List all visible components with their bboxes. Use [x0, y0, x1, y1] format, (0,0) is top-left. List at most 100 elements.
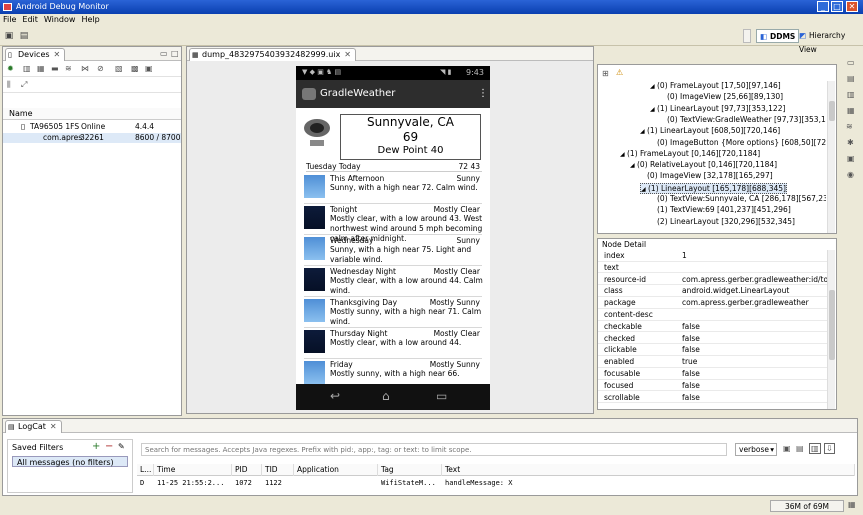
gc-icon[interactable]: ▬	[51, 64, 59, 73]
dump-tab[interactable]: ▦ dump_4832975403932482999.uix ✕	[189, 48, 356, 61]
logcat-tab[interactable]: ▤ LogCat ✕	[5, 420, 62, 433]
device-icon[interactable]: ▣	[4, 31, 14, 41]
side-icon-4[interactable]: ▦	[847, 106, 855, 115]
name-column-header[interactable]: Name	[9, 109, 33, 118]
device-row[interactable]: ▯ TA96505 1FS Online 4.4.4	[3, 122, 181, 132]
tree-node[interactable]: (0) TextView:Sunnyvale, CA [286,178][567…	[650, 194, 826, 205]
node-detail-row[interactable]: clickable false	[598, 344, 828, 356]
tree-node[interactable]: ◢ (1) LinearLayout [165,178][688,345]	[640, 182, 787, 195]
tree-node[interactable]: (1) TextView:69 [401,237][451,296]	[650, 205, 791, 216]
add-filter-icon[interactable]: +	[92, 441, 100, 452]
tree-expanded-icon[interactable]: ◢	[650, 105, 657, 115]
log-level-select[interactable]: verbose ▾	[735, 443, 777, 456]
tree-expanded-icon[interactable]: ◢	[630, 161, 637, 171]
node-detail-row[interactable]: content-desc	[598, 309, 828, 321]
logcat-column-1[interactable]: Time	[154, 464, 232, 476]
wifi-icon[interactable]: ≋	[846, 122, 853, 131]
clear-log-icon[interactable]: ▤	[796, 444, 804, 453]
node-detail-row[interactable]: focusable false	[598, 368, 828, 380]
overflow-menu-icon[interactable]: ⋮	[478, 80, 488, 108]
node-detail-row[interactable]: index 1	[598, 250, 828, 262]
tree-node[interactable]: ◢ (0) RelativeLayout [0,146][720,1184]	[630, 160, 777, 171]
detail-scrollbar[interactable]	[827, 250, 835, 409]
logcat-column-5[interactable]: Tag	[378, 464, 442, 476]
node-detail-row[interactable]: package com.apress.gerber.gradleweather	[598, 297, 828, 309]
logcat-column-2[interactable]: PID	[232, 464, 262, 476]
tree-node[interactable]: ◢ (0) FrameLayout [17,50][97,146]	[650, 81, 781, 92]
expand-all-icon[interactable]: ⊞	[602, 69, 609, 78]
toggle-columns-icon[interactable]: ▥	[809, 443, 821, 454]
detail-scroll-thumb[interactable]	[829, 290, 835, 360]
hierarchy-perspective-button[interactable]: ◩ Hierarchy View	[796, 29, 863, 54]
logcat-column-3[interactable]: TID	[262, 464, 294, 476]
node-detail-row[interactable]: text	[598, 262, 828, 274]
side-icon-3[interactable]: ▥	[847, 90, 855, 99]
tree-node[interactable]: (0) ImageView [25,66][89,130]	[660, 92, 783, 103]
tree-node[interactable]: ◢ (1) LinearLayout [97,73][353,122]	[650, 104, 785, 115]
open-perspective-button[interactable]	[743, 29, 751, 43]
menu-arrow-icon[interactable]: ⤢	[21, 80, 27, 90]
menu-window[interactable]: Window	[41, 14, 79, 26]
tree-node[interactable]: (0) TextView:GradleWeather [97,73][353,1…	[660, 115, 826, 126]
ddms-perspective-button[interactable]: ◧ DDMS	[756, 29, 800, 43]
edit-filter-icon[interactable]: ✎	[118, 442, 125, 451]
dump-view-icon[interactable]: ▩	[131, 64, 139, 73]
node-detail-row[interactable]: focused false	[598, 380, 828, 392]
save-log-icon[interactable]: ▣	[783, 444, 791, 453]
maximize-button[interactable]: □	[831, 1, 843, 12]
warning-icon[interactable]: ⚠	[616, 68, 623, 77]
menu-edit[interactable]: Edit	[19, 14, 41, 26]
opengl-trace-icon[interactable]: ⫼	[7, 80, 11, 90]
side-icon-7[interactable]: ▣	[847, 154, 855, 163]
forecast-item[interactable]: Wednesday Night Mostly Clear Mostly clear,…	[304, 266, 483, 297]
filter-all-messages[interactable]: All messages (no filters)	[12, 456, 128, 467]
tree-node[interactable]: (0) ImageButton {More options} [608,50][…	[650, 138, 826, 149]
minimize-button[interactable]: _	[817, 1, 829, 12]
forecast-item[interactable]: Thursday Night Mostly Clear Mostly clear, …	[304, 328, 482, 359]
tree-scroll-thumb[interactable]	[829, 101, 835, 121]
forecast-item[interactable]: Thanksgiving Day Mostly Sunny Mostly sunny…	[304, 297, 482, 328]
tree-expanded-icon[interactable]: ◢	[620, 150, 627, 160]
node-detail-row[interactable]: class android.widget.LinearLayout	[598, 285, 828, 297]
recents-icon[interactable]: ▭	[436, 389, 447, 403]
side-icon-2[interactable]: ▤	[847, 74, 855, 83]
maximize-view-icon[interactable]: □	[171, 49, 179, 58]
forecast-item[interactable]: Tonight Mostly Clear Mostly clear, with a …	[304, 204, 482, 243]
tree-node[interactable]: (2) LinearLayout [320,296][532,345]	[650, 217, 795, 228]
node-detail-row[interactable]: resource-id com.apress.gerber.gradleweath…	[598, 274, 828, 286]
tree-expanded-icon[interactable]: ◢	[640, 127, 647, 137]
devices-tab[interactable]: ▯ Devices ✕	[5, 48, 66, 61]
close-logcat-tab-icon[interactable]: ✕	[50, 422, 57, 431]
tree-node[interactable]: ◢ (1) FrameLayout [0,146][720,1184]	[620, 149, 760, 160]
scroll-lock-icon[interactable]: ⇩	[824, 443, 835, 454]
close-dump-tab-icon[interactable]: ✕	[344, 50, 351, 59]
forecast-item[interactable]: Wednesday Sunny Sunny, with a high near 75…	[304, 235, 482, 266]
home-icon[interactable]: ⌂	[382, 389, 390, 403]
stop-process-icon[interactable]: ⊘	[97, 64, 104, 73]
gc-trash-icon[interactable]: ▦	[848, 500, 856, 509]
memory-indicator[interactable]: 36M of 69M	[770, 500, 844, 512]
method-profiling-icon[interactable]: ⋈	[81, 64, 89, 73]
logcat-search-input[interactable]	[141, 443, 727, 456]
screen-capture-icon[interactable]: ▧	[115, 64, 123, 73]
tree-scrollbar[interactable]	[827, 81, 835, 233]
close-tab-icon[interactable]: ✕	[54, 50, 61, 59]
side-icon-8[interactable]: ◉	[847, 170, 854, 179]
dump-hprof-icon[interactable]: ▦	[37, 64, 45, 73]
update-threads-icon[interactable]: ≋	[65, 64, 72, 73]
device-screenshot[interactable]: ▼ ◆ ▣ ♞ ▤ ◥ ▮ 9:43 GradleWeather ⋮ Sunny…	[296, 66, 490, 410]
tree-expanded-icon[interactable]: ◢	[641, 185, 648, 195]
update-heap-icon[interactable]: ▥	[23, 64, 31, 73]
tree-node[interactable]: (0) ImageView [32,178][165,297]	[640, 171, 773, 182]
debug-icon[interactable]: ✹	[7, 64, 14, 73]
minimize-view-icon[interactable]: ▭	[160, 49, 168, 58]
systrace-icon[interactable]: ▣	[145, 64, 153, 73]
menu-file[interactable]: File	[0, 14, 19, 26]
node-detail-row[interactable]: scrollable false	[598, 392, 828, 404]
logcat-entry-row[interactable]: D 11-25 21:55:2... 1072 1122 WifiStateM.…	[137, 478, 855, 489]
logcat-column-6[interactable]: Text	[442, 464, 855, 476]
tree-expanded-icon[interactable]: ◢	[650, 82, 657, 92]
logcat-column-4[interactable]: Application	[294, 464, 378, 476]
node-detail-row[interactable]: checkable false	[598, 321, 828, 333]
side-icon-1[interactable]: ▭	[847, 58, 855, 67]
